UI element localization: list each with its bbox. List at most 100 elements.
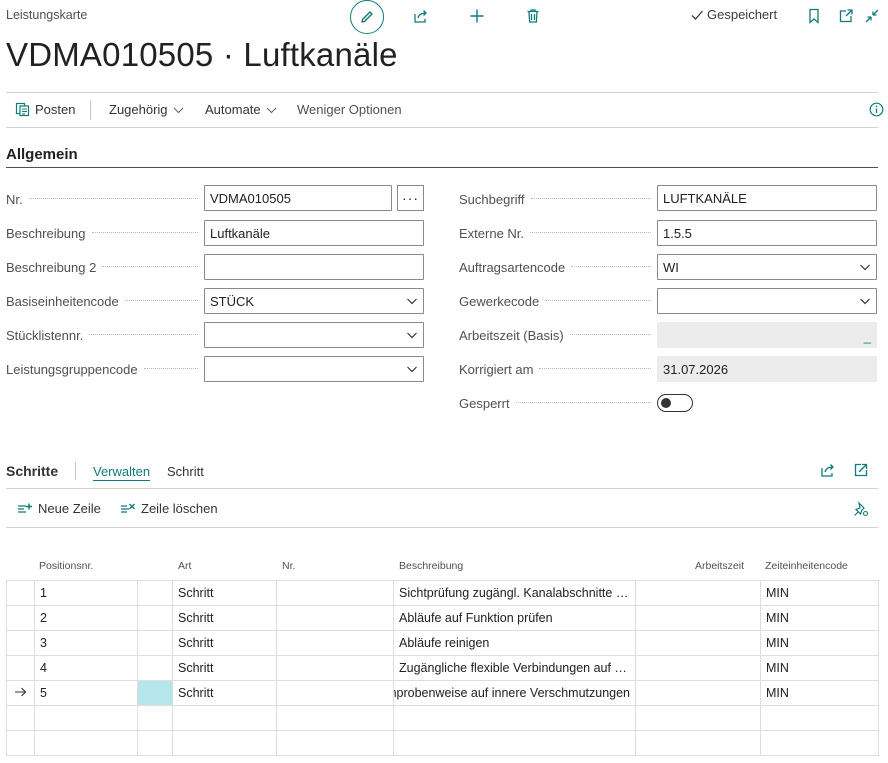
pos-cell[interactable]: 4 (34, 655, 138, 681)
empty-cell[interactable] (6, 730, 35, 756)
table-row-empty[interactable] (6, 705, 879, 731)
type-cell[interactable]: Schritt (172, 580, 277, 606)
work-time-cell[interactable] (635, 655, 761, 681)
unit-cell[interactable]: MIN (760, 580, 879, 606)
trade-code-select[interactable] (657, 288, 877, 314)
empty-cell[interactable] (6, 705, 35, 731)
work-time-cell[interactable] (635, 580, 761, 606)
spacer-cell[interactable] (137, 630, 173, 656)
table-row[interactable]: 4 Schritt Zugängliche flexible Verbindun… (6, 655, 879, 681)
search-term-field[interactable]: LUFTKANÄLE (657, 185, 877, 211)
collapse-button[interactable] (862, 6, 882, 26)
table-row[interactable]: 1 Schritt Sichtprüfung zugängl. Kanalabs… (6, 580, 879, 606)
pos-cell[interactable]: 3 (34, 630, 138, 656)
personalize-button[interactable] (853, 501, 869, 520)
action-fewer-options[interactable]: Weniger Optionen (297, 102, 402, 117)
spacer-cell[interactable] (137, 580, 173, 606)
description-cell[interactable]: Abläufe reinigen (393, 630, 636, 656)
unit-cell[interactable]: MIN (760, 655, 879, 681)
unit-cell[interactable]: MIN (760, 680, 879, 706)
row-indicator[interactable] (6, 630, 35, 656)
type-cell[interactable]: Schritt (172, 605, 277, 631)
pos-cell[interactable]: 5 (34, 680, 138, 706)
new-button[interactable] (467, 6, 487, 26)
order-type-select[interactable]: WI (657, 254, 877, 280)
no-cell[interactable] (276, 630, 394, 656)
spacer-cell[interactable] (137, 605, 173, 631)
type-cell[interactable]: Schritt (172, 680, 277, 706)
description-cell[interactable]: Zugängliche flexible Verbindungen auf … (393, 655, 636, 681)
column-header-pos[interactable]: Positionsnr. (39, 560, 93, 572)
description-cell[interactable]: nprobenweise auf innere Verschmutzungen (393, 680, 636, 706)
unit-cell[interactable]: MIN (760, 605, 879, 631)
unit-cell[interactable]: MIN (760, 630, 879, 656)
action-posten[interactable]: Posten (15, 102, 75, 117)
empty-cell[interactable] (276, 705, 394, 731)
action-automate[interactable]: Automate (205, 102, 277, 117)
share-button[interactable] (411, 6, 431, 26)
column-header-type[interactable]: Art (178, 560, 191, 572)
tab-step[interactable]: Schritt (167, 464, 204, 479)
pos-cell[interactable]: 1 (34, 580, 138, 606)
steps-share-button[interactable] (820, 462, 836, 481)
empty-cell[interactable] (760, 705, 879, 731)
delete-button[interactable] (523, 6, 543, 26)
pos-cell[interactable]: 2 (34, 605, 138, 631)
empty-cell[interactable] (34, 730, 138, 756)
empty-cell[interactable] (276, 730, 394, 756)
empty-cell[interactable] (635, 730, 761, 756)
edit-button[interactable] (350, 0, 384, 34)
external-no-field[interactable]: 1.5.5 (657, 220, 877, 246)
table-row[interactable]: 3 Schritt Abläufe reinigen MIN (6, 630, 879, 656)
empty-cell[interactable] (393, 705, 636, 731)
work-time-cell[interactable] (635, 630, 761, 656)
empty-cell[interactable] (760, 730, 879, 756)
column-header-no[interactable]: Nr. (282, 560, 295, 572)
open-new-window-button[interactable] (836, 6, 856, 26)
work-time-cell[interactable] (635, 680, 761, 706)
no-cell[interactable] (276, 580, 394, 606)
no-cell[interactable] (276, 655, 394, 681)
delete-line-button[interactable]: Zeile löschen (120, 501, 218, 516)
description-2-field[interactable] (204, 254, 424, 280)
spacer-cell[interactable] (137, 655, 173, 681)
blocked-toggle[interactable] (657, 394, 693, 412)
no-field[interactable]: VDMA010505 (204, 185, 392, 211)
no-cell[interactable] (276, 680, 394, 706)
empty-cell[interactable] (172, 705, 277, 731)
new-line-button[interactable]: Neue Zeile (17, 501, 101, 516)
description-cell[interactable]: Sichtprüfung zugängl. Kanalabschnitte e… (393, 580, 636, 606)
row-indicator[interactable] (6, 605, 35, 631)
action-zugehoerig[interactable]: Zugehörig (109, 102, 184, 117)
column-header-work-time[interactable]: Arbeitszeit (695, 560, 744, 572)
empty-cell[interactable] (393, 730, 636, 756)
service-group-select[interactable] (204, 356, 424, 382)
table-row[interactable]: 2 Schritt Abläufe auf Funktion prüfen MI… (6, 605, 879, 631)
work-time-base-field[interactable]: _ (657, 322, 877, 348)
row-indicator[interactable] (6, 580, 35, 606)
table-row-selected[interactable]: 5 Schritt nprobenweise auf innere Versch… (6, 680, 879, 706)
empty-cell[interactable] (137, 730, 173, 756)
type-cell[interactable]: Schritt (172, 655, 277, 681)
base-unit-select[interactable]: STÜCK (204, 288, 424, 314)
steps-expand-button[interactable] (853, 462, 869, 481)
no-assist-button[interactable]: ··· (397, 185, 424, 211)
empty-cell[interactable] (635, 705, 761, 731)
bookmark-button[interactable] (804, 6, 824, 26)
column-header-unit[interactable]: Zeiteinheitencode (765, 560, 848, 572)
table-row-empty[interactable] (6, 730, 879, 756)
steps-title[interactable]: Schritte (6, 463, 58, 479)
empty-cell[interactable] (137, 705, 173, 731)
tab-manage[interactable]: Verwalten (93, 464, 150, 479)
type-cell[interactable]: Schritt (172, 630, 277, 656)
description-field[interactable]: Luftkanäle (204, 220, 424, 246)
row-indicator[interactable] (6, 680, 35, 706)
no-cell[interactable] (276, 605, 394, 631)
row-indicator[interactable] (6, 655, 35, 681)
work-time-cell[interactable] (635, 605, 761, 631)
empty-cell[interactable] (34, 705, 138, 731)
column-header-description[interactable]: Beschreibung (399, 560, 463, 572)
description-cell[interactable]: Abläufe auf Funktion prüfen (393, 605, 636, 631)
bom-no-select[interactable] (204, 322, 424, 348)
info-button[interactable] (869, 102, 884, 120)
